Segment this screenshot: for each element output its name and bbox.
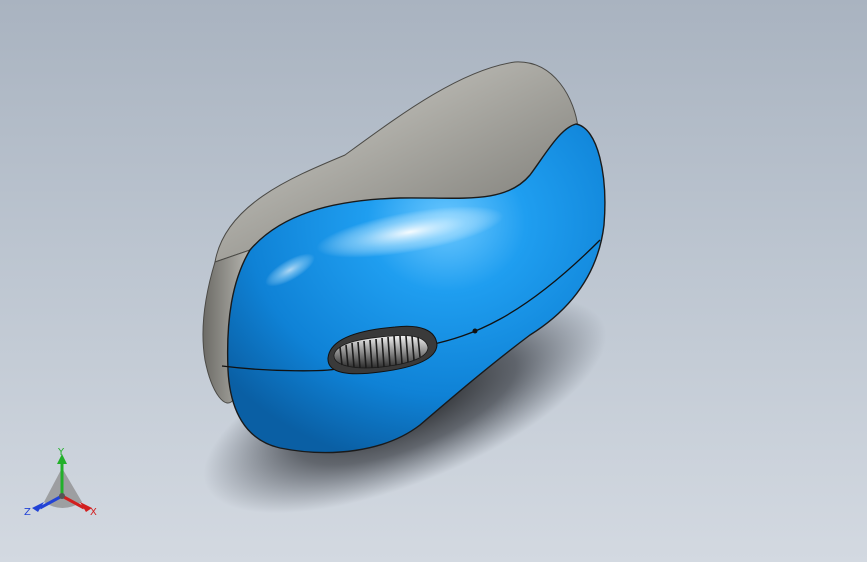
triad-origin xyxy=(59,493,65,499)
graphics-viewport[interactable]: Y X Z xyxy=(0,0,867,562)
x-axis-label: X xyxy=(90,507,97,518)
mouse-3d-model[interactable] xyxy=(0,0,867,562)
side-nub xyxy=(472,328,478,334)
coordinate-triad: Y X Z xyxy=(24,448,97,518)
z-axis-label: Z xyxy=(24,507,31,518)
y-axis-label: Y xyxy=(57,448,65,458)
